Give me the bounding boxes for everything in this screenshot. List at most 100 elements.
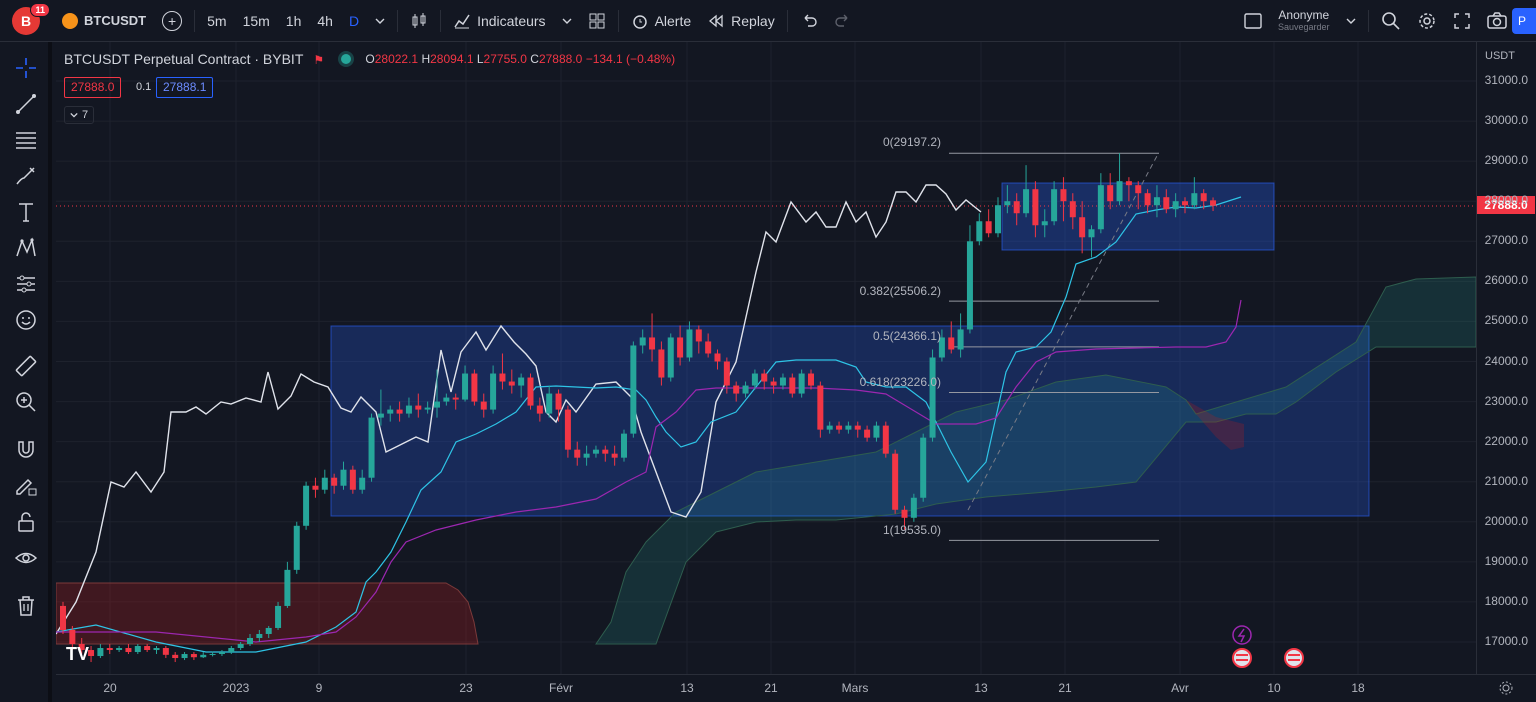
camera-icon: [1486, 12, 1507, 29]
fullscreen-button[interactable]: [1445, 0, 1479, 42]
candle: [153, 646, 160, 655]
fullscreen-icon: [1453, 13, 1470, 29]
indicators-button[interactable]: Indicateurs: [445, 0, 579, 42]
price-tick: 23000.0: [1484, 393, 1528, 408]
layout-select[interactable]: [1236, 0, 1270, 42]
ohlc-values: O28022.1 H28094.1 L27755.0 C27888.0 −134…: [365, 52, 676, 66]
delete-tool[interactable]: [12, 592, 40, 620]
time-tick: 2023: [222, 681, 250, 695]
snapshot-button[interactable]: [1479, 0, 1515, 42]
fib-tool[interactable]: [12, 126, 40, 154]
tf-5m[interactable]: 5m: [199, 0, 234, 42]
tf-d[interactable]: D: [341, 0, 367, 42]
time-tick: 21: [764, 681, 778, 695]
gear-icon: [1418, 13, 1435, 29]
undo-button[interactable]: [792, 0, 826, 42]
smiley-icon: [16, 310, 36, 330]
candle: [125, 644, 132, 655]
trendline-tool[interactable]: [12, 90, 40, 118]
tf-1h[interactable]: 1h: [278, 0, 310, 42]
candle: [966, 225, 973, 334]
hide-tool[interactable]: [12, 544, 40, 572]
chevron-down-icon: [562, 18, 572, 24]
compare-button[interactable]: +: [154, 0, 190, 42]
crosshair-tool[interactable]: [12, 54, 40, 82]
candle: [228, 646, 235, 655]
bitcoin-icon: [62, 12, 78, 29]
lock-icon: [18, 512, 34, 532]
us-flag-event-icon[interactable]: [1232, 648, 1252, 668]
candle: [275, 601, 282, 630]
forecast-tool[interactable]: [12, 270, 40, 298]
replay-button[interactable]: Replay: [699, 0, 783, 42]
timeframe-dropdown[interactable]: [367, 0, 393, 42]
alert-button[interactable]: Alerte: [623, 0, 700, 42]
price-tick: 19000.0: [1484, 553, 1528, 568]
candle: [134, 644, 141, 655]
tv-logo: TV: [66, 644, 89, 664]
settings-button[interactable]: [1409, 0, 1445, 42]
candle: [1097, 173, 1104, 234]
flash-event-icon[interactable]: [1232, 625, 1252, 645]
pattern-tool[interactable]: [12, 234, 40, 262]
legend-title[interactable]: BTCUSDT Perpetual Contract · BYBIT: [64, 51, 303, 67]
price-tick: 24000.0: [1484, 353, 1528, 368]
user-dropdown[interactable]: [1338, 0, 1364, 42]
price-axis[interactable]: USDT 27888.0 31000.0 30000.0 29000.0 28000.…: [1476, 42, 1536, 674]
candle: [929, 349, 936, 442]
chart-pane[interactable]: 0(29197.2) 0.382(25506.2) 0.5(24366.1) 0…: [55, 42, 1477, 674]
lock-tool[interactable]: [12, 508, 40, 536]
lock-drawings-edit[interactable]: [12, 472, 40, 500]
fib-label-0382: 0.382(25506.2): [860, 284, 941, 298]
time-tick: 13: [680, 681, 694, 695]
search-button[interactable]: [1373, 0, 1409, 42]
price-tick: 25000.0: [1484, 313, 1528, 328]
price-tick: 21000.0: [1484, 473, 1528, 488]
candle: [218, 650, 225, 657]
app-logo[interactable]: B 11: [12, 2, 50, 35]
candle: [312, 477, 319, 498]
brush-tool[interactable]: [12, 162, 40, 190]
fib-label-05: 0.5(24366.1): [873, 329, 941, 343]
candle: [190, 652, 197, 661]
candle: [667, 333, 674, 382]
ruler-icon: [15, 355, 37, 377]
buy-price-button[interactable]: 27888.1: [156, 77, 214, 98]
text-tool[interactable]: [12, 198, 40, 226]
notification-badge: 11: [30, 2, 50, 17]
symbol-search[interactable]: BTCUSDT: [54, 0, 154, 42]
grid-icon: [589, 13, 605, 28]
tf-15m[interactable]: 15m: [235, 0, 278, 42]
candle: [106, 644, 113, 655]
price-chart[interactable]: 0(29197.2) 0.382(25506.2) 0.5(24366.1) 0…: [55, 42, 1477, 674]
zoom-in-icon: [16, 392, 36, 412]
trendline-icon: [16, 94, 36, 114]
tf-4h[interactable]: 4h: [309, 0, 341, 42]
time-tick: Févr: [549, 681, 573, 695]
time-axis[interactable]: 20 2023 9 23 Févr 13 21 Mars 13 21 Avr 10 18: [56, 674, 1536, 702]
axis-settings-icon[interactable]: [1498, 680, 1514, 696]
us-flag-event-icon-2[interactable]: [1284, 648, 1304, 668]
price-tick: 26000.0: [1484, 273, 1528, 288]
ruler-tool[interactable]: [12, 352, 40, 380]
pencil-lock-icon: [16, 478, 37, 496]
chart-type-button[interactable]: [402, 0, 436, 42]
zoom-tool[interactable]: [12, 388, 40, 416]
candle: [995, 197, 1001, 238]
redo-button[interactable]: [826, 0, 860, 42]
flag-icon[interactable]: ⚑: [313, 53, 325, 67]
plus-icon: +: [162, 10, 183, 31]
pattern-icon: [16, 237, 36, 257]
indicators-collapse-toggle[interactable]: 7: [64, 106, 94, 124]
layouts-button[interactable]: [580, 0, 614, 42]
brush-icon: [16, 167, 35, 185]
magnet-tool[interactable]: [12, 436, 40, 464]
price-tick: 18000.0: [1484, 593, 1528, 608]
publish-button[interactable]: P: [1512, 8, 1536, 34]
chevron-down-icon: [70, 112, 78, 118]
sell-price-button[interactable]: 27888.0: [64, 77, 122, 98]
price-tick: 29000.0: [1484, 153, 1528, 168]
user-menu[interactable]: Anonyme Sauvegarder: [1270, 9, 1338, 32]
currency-label[interactable]: USDT: [1485, 50, 1515, 62]
emoji-tool[interactable]: [12, 306, 40, 334]
